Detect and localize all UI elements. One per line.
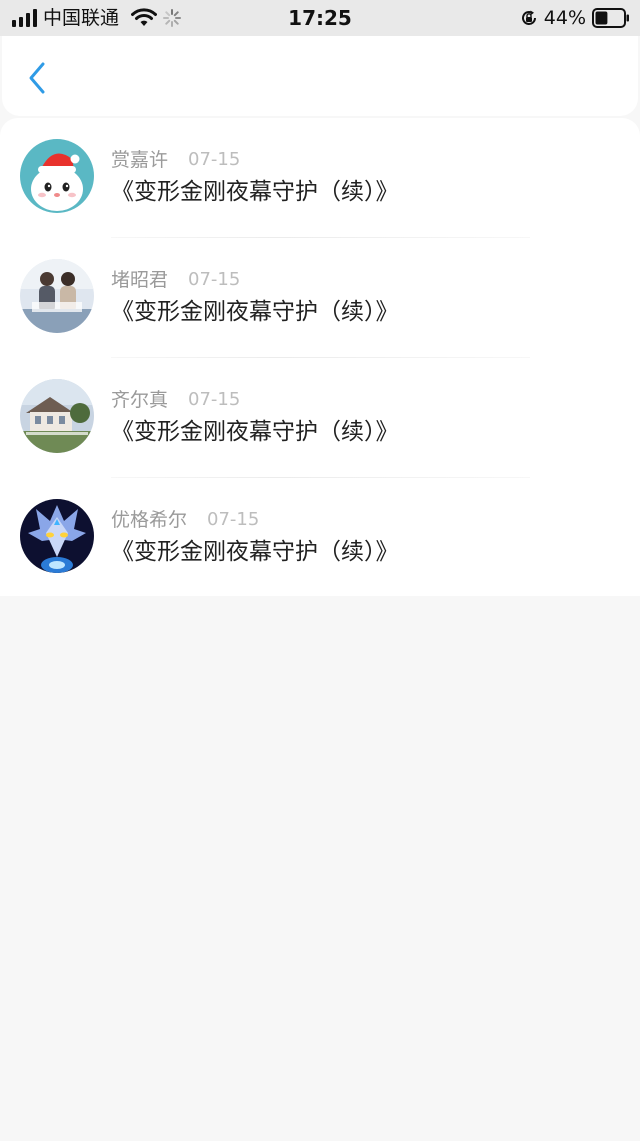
- item-date: 07-15: [188, 389, 241, 410]
- list-item[interactable]: 齐尔真 07-15 《变形金刚夜幕守护（续）》: [0, 358, 640, 478]
- back-button[interactable]: [20, 58, 54, 98]
- armored-character-avatar-icon: [20, 499, 94, 573]
- house-photo-avatar-icon: [20, 379, 94, 453]
- avatar[interactable]: [20, 139, 94, 213]
- snowman-avatar-icon: [20, 139, 94, 213]
- battery-icon: [592, 8, 629, 28]
- avatar[interactable]: [20, 499, 94, 573]
- status-bar: 中国联通 17:25 44%: [0, 0, 640, 36]
- chevron-left-icon: [29, 62, 45, 94]
- list-item[interactable]: 堵昭君 07-15 《变形金刚夜幕守护（续）》: [0, 238, 640, 358]
- list-item[interactable]: 赏嘉许 07-15 《变形金刚夜幕守护（续）》: [0, 118, 640, 238]
- item-title: 《变形金刚夜幕守护（续）》: [111, 539, 399, 565]
- rotation-lock-icon: [521, 10, 536, 25]
- user-name: 齐尔真: [111, 389, 169, 411]
- navigation-bar: [2, 36, 638, 116]
- item-date: 07-15: [188, 149, 241, 170]
- item-meta: 齐尔真 07-15: [111, 388, 240, 412]
- item-title: 《变形金刚夜幕守护（续）》: [111, 299, 399, 325]
- list-item[interactable]: 优格希尔 07-15 《变形金刚夜幕守护（续）》: [0, 478, 640, 598]
- item-date: 07-15: [207, 509, 260, 530]
- avatar[interactable]: [20, 259, 94, 333]
- user-name: 赏嘉许: [111, 149, 169, 171]
- couple-photo-avatar-icon: [20, 259, 94, 333]
- item-date: 07-15: [188, 269, 241, 290]
- battery-percent: 44%: [543, 7, 586, 29]
- item-meta: 赏嘉许 07-15: [111, 148, 240, 172]
- avatar[interactable]: [20, 379, 94, 453]
- item-meta: 堵昭君 07-15: [111, 268, 240, 292]
- item-title: 《变形金刚夜幕守护（续）》: [111, 419, 399, 445]
- user-name: 优格希尔: [111, 509, 188, 531]
- item-title: 《变形金刚夜幕守护（续）》: [111, 179, 399, 205]
- user-name: 堵昭君: [111, 269, 169, 291]
- item-meta: 优格希尔 07-15: [111, 508, 259, 532]
- status-right: 44%: [520, 7, 630, 29]
- message-list: 赏嘉许 07-15 《变形金刚夜幕守护（续）》 堵昭君 07-15 《变形金刚夜…: [0, 118, 640, 596]
